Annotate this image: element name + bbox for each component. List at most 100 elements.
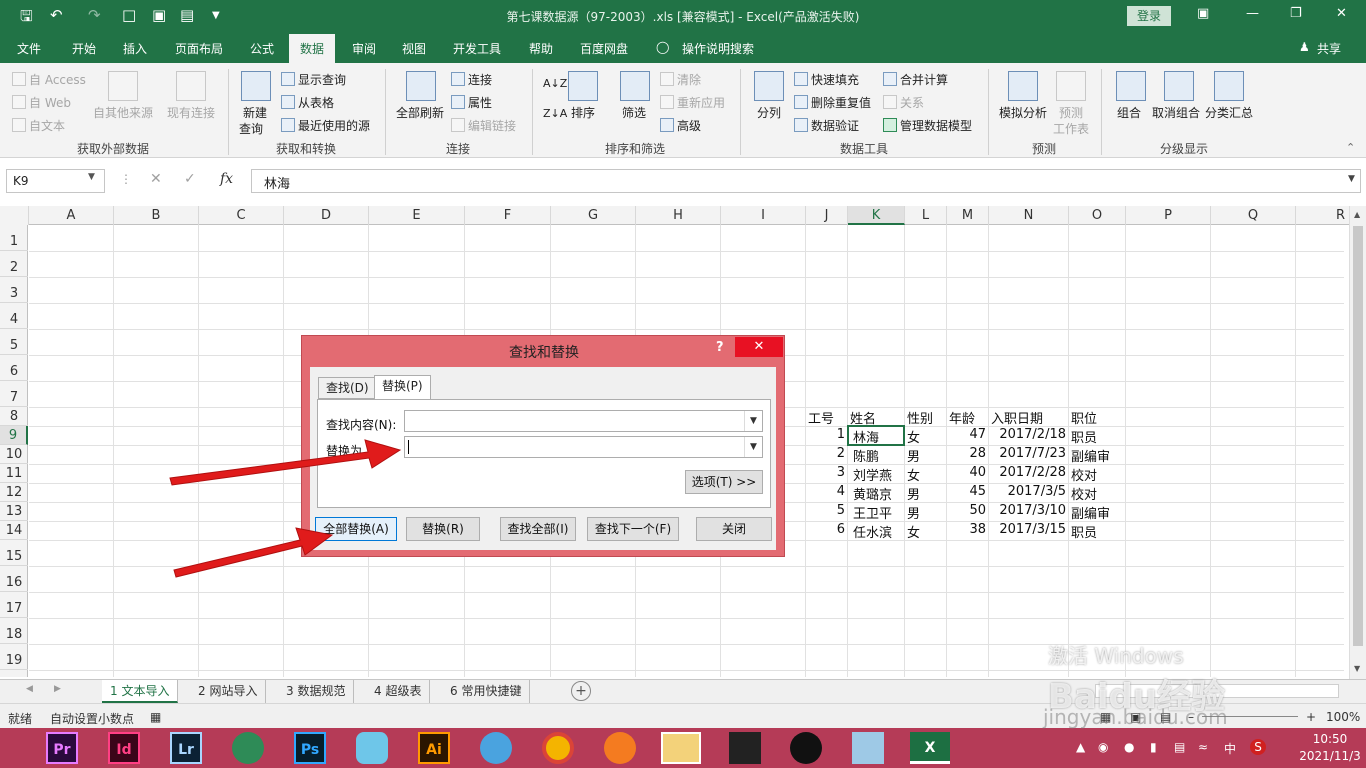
column-header[interactable]: J [806, 206, 848, 225]
row-header-selected[interactable]: 9 [0, 426, 28, 445]
column-header[interactable]: C [199, 206, 284, 225]
battery-icon[interactable]: ▮ [1150, 740, 1157, 754]
row-header[interactable]: 12 [0, 483, 28, 502]
macro-record-icon[interactable]: ▦ [150, 710, 161, 724]
table-cell[interactable]: 28 [949, 446, 986, 461]
collapse-ribbon-icon[interactable]: ⌃ [1346, 141, 1355, 154]
refresh-all-button[interactable]: 全部刷新 [396, 104, 444, 121]
expand-formula-icon[interactable]: ▼ [1348, 174, 1355, 184]
column-header[interactable]: A [29, 206, 114, 225]
table-cell[interactable]: 50 [949, 503, 986, 518]
find-all-button[interactable]: 查找全部(I) [500, 517, 576, 541]
table-cell[interactable]: 40 [949, 465, 986, 480]
advanced-filter-button[interactable]: 高级 [660, 117, 701, 134]
column-header[interactable]: E [369, 206, 465, 225]
properties-button[interactable]: 属性 [451, 94, 492, 111]
row-header[interactable]: 4 [0, 303, 28, 329]
table-cell[interactable]: 6 [808, 522, 845, 537]
show-queries-button[interactable]: 显示查询 [281, 71, 346, 88]
table-cell[interactable]: 黄璐京 [853, 484, 892, 503]
row-header[interactable]: 3 [0, 277, 28, 303]
cancel-icon[interactable]: ✕ [150, 171, 162, 187]
flash-fill-button[interactable]: 快速填充 [794, 71, 859, 88]
column-header[interactable]: Q [1211, 206, 1296, 225]
table-cell[interactable]: 2017/3/15 [991, 522, 1066, 537]
new-query-button[interactable]: 新建 [243, 104, 267, 121]
sogou-icon[interactable]: S [1250, 739, 1266, 755]
row-header[interactable]: 16 [0, 566, 28, 592]
sort-desc-icon[interactable]: Z↓A [543, 107, 567, 120]
tray-qq-icon[interactable]: ◉ [1098, 740, 1108, 754]
filter-button[interactable]: 筛选 [622, 104, 646, 121]
photoshop-icon[interactable]: Ps [294, 732, 326, 764]
zoom-level[interactable]: 100% [1326, 710, 1360, 724]
insert-function-icon[interactable]: fx [220, 171, 233, 187]
dialog-close-button[interactable]: ✕ [735, 337, 783, 357]
table-cell[interactable]: 刘学燕 [853, 465, 892, 484]
replace-button[interactable]: 替换(R) [406, 517, 480, 541]
replace-all-button[interactable]: 全部替换(A) [315, 517, 397, 541]
row-header[interactable]: 18 [0, 618, 28, 644]
table-cell[interactable]: 2017/7/23 [991, 446, 1066, 461]
table-cell[interactable]: 45 [949, 484, 986, 499]
excel-taskbar-icon[interactable]: X [910, 732, 950, 764]
ribbon-display-icon[interactable]: ▣ [1197, 6, 1209, 21]
name-box-dropdown-icon[interactable]: ▼ [88, 172, 95, 182]
add-sheet-icon[interactable]: + [571, 681, 591, 701]
sheet-tab[interactable]: 2 网站导入 [190, 680, 267, 703]
table-header-cell[interactable]: 职位 [1071, 408, 1097, 427]
tab-insert[interactable]: 插入 [123, 40, 147, 57]
next-sheet-icon[interactable]: ▶ [54, 684, 61, 694]
column-header[interactable]: H [636, 206, 721, 225]
sheet-tab[interactable]: 3 数据规范 [278, 680, 355, 703]
table-cell[interactable]: 38 [949, 522, 986, 537]
table-cell[interactable]: 2 [808, 446, 845, 461]
table-cell[interactable]: 王卫平 [853, 503, 892, 522]
vertical-scrollbar[interactable]: ▲ ▼ [1349, 206, 1366, 679]
tab-developer[interactable]: 开发工具 [453, 40, 501, 57]
from-text-button[interactable]: 自文本 [12, 117, 65, 134]
sheet-tab-active[interactable]: 1 文本导入 [102, 680, 179, 703]
tab-help[interactable]: 帮助 [529, 40, 553, 57]
row-header[interactable]: 6 [0, 355, 28, 381]
wifi-icon[interactable]: ≈ [1198, 740, 1208, 754]
sheet-tab[interactable]: 6 常用快捷键 [442, 680, 531, 703]
table-cell[interactable]: 校对 [1071, 484, 1097, 503]
remove-duplicates-button[interactable]: 删除重复值 [794, 94, 871, 111]
edit-links-button[interactable]: 编辑链接 [451, 117, 516, 134]
replace-with-input[interactable]: ▼ [404, 436, 763, 458]
column-header[interactable]: G [551, 206, 636, 225]
scroll-down-icon[interactable]: ▼ [1354, 664, 1360, 673]
replace-with-dropdown-icon[interactable]: ▼ [744, 437, 762, 457]
row-header[interactable]: 7 [0, 381, 28, 407]
row-header[interactable]: 17 [0, 592, 28, 618]
table-cell[interactable]: 副编审 [1071, 503, 1110, 522]
ime-indicator[interactable]: 中 [1224, 740, 1236, 757]
subtotal-button[interactable]: 分类汇总 [1205, 104, 1253, 121]
table-cell[interactable]: 2017/3/10 [991, 503, 1066, 518]
other-sources-button[interactable]: 自其他来源 [93, 104, 153, 121]
lightroom-icon[interactable]: Lr [170, 732, 202, 764]
browser-icon[interactable] [480, 732, 512, 764]
find-what-input[interactable]: ▼ [404, 410, 763, 432]
ungroup-button[interactable]: 取消组合 [1152, 104, 1200, 121]
tab-data[interactable]: 数据 [289, 34, 336, 63]
minimize-icon[interactable]: — [1246, 6, 1259, 21]
prev-sheet-icon[interactable]: ◀ [26, 684, 33, 694]
column-header-selected[interactable]: K [848, 206, 905, 225]
table-cell[interactable]: 陈鹏 [853, 446, 879, 465]
table-cell[interactable]: 女 [907, 465, 920, 484]
notes-app-icon[interactable] [852, 732, 884, 764]
row-header[interactable]: 11 [0, 464, 28, 483]
column-header[interactable]: I [721, 206, 806, 225]
from-web-button[interactable]: 自 Web [12, 94, 71, 111]
tab-find[interactable]: 查找(D) [318, 377, 377, 399]
column-header[interactable]: L [905, 206, 947, 225]
tab-file[interactable]: 文件 [17, 40, 41, 57]
find-what-dropdown-icon[interactable]: ▼ [744, 411, 762, 431]
table-cell[interactable]: 2017/2/18 [991, 427, 1066, 442]
row-header[interactable]: 8 [0, 407, 28, 426]
table-cell[interactable]: 女 [907, 522, 920, 541]
table-header-cell[interactable]: 入职日期 [991, 408, 1043, 427]
table-header-cell[interactable]: 年龄 [949, 408, 975, 427]
